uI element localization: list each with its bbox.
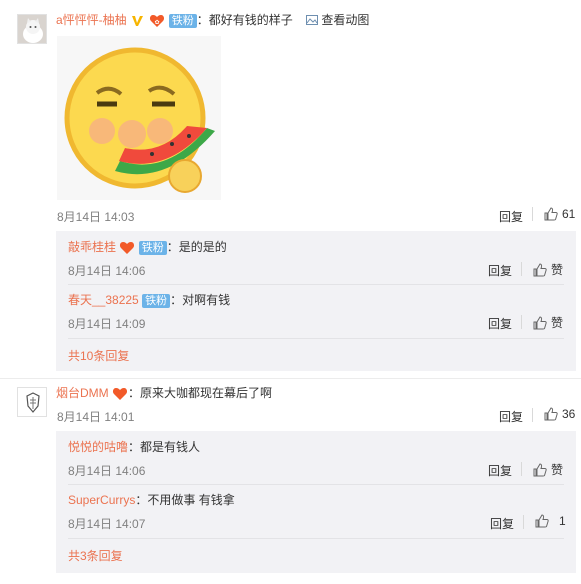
reply-time: 8月14日 14:06 xyxy=(68,464,146,478)
like-button[interactable]: 61 xyxy=(544,207,575,221)
thumb-up-icon xyxy=(544,407,558,421)
comment-username[interactable]: 烟台DMM xyxy=(56,386,109,400)
reply-time: 8月14日 14:07 xyxy=(68,517,146,531)
separator xyxy=(68,284,564,285)
fan-badge: 铁粉 xyxy=(138,240,167,255)
fan-badge: 铁粉 xyxy=(142,293,171,308)
reply-text: 对啊有钱 xyxy=(182,293,231,307)
reply-header: 敲乖桂桂 铁粉 ：是的是的 xyxy=(68,240,227,255)
reply-button[interactable]: 回复 xyxy=(499,408,523,425)
like-button[interactable]: 赞 xyxy=(533,261,563,278)
reply-text: 是的是的 xyxy=(178,240,227,254)
separator xyxy=(68,538,564,539)
reply-username[interactable]: 敲乖桂桂 xyxy=(68,240,116,254)
like-button[interactable]: 1 xyxy=(535,514,566,528)
view-gif-link[interactable]: 查看动图 xyxy=(306,13,369,27)
reply-header: 悦悦的咕噜：都是有钱人 xyxy=(68,440,201,454)
divider xyxy=(521,315,522,329)
thumb-up-icon xyxy=(544,207,558,221)
reply-button[interactable]: 回复 xyxy=(488,262,512,279)
divider xyxy=(521,262,522,276)
reply-time: 8月14日 14:09 xyxy=(68,317,146,331)
reply-time: 8月14日 14:06 xyxy=(68,264,146,278)
image-icon xyxy=(306,12,319,30)
vip-verified-icon xyxy=(130,14,146,28)
comment-text: 原来大咖都现在幕后了啊 xyxy=(140,386,273,400)
like-count: 36 xyxy=(562,407,576,421)
comment-text: 都好有钱的样子 xyxy=(208,13,293,27)
reply-username[interactable]: 春天__38225 xyxy=(68,293,139,307)
thumb-up-icon xyxy=(533,315,547,330)
fan-heart-icon xyxy=(119,241,135,255)
separator xyxy=(68,338,564,339)
comment-username[interactable]: a怦怦怦-柚柚 xyxy=(56,13,127,27)
like-button[interactable]: 36 xyxy=(544,407,575,421)
reply-username[interactable]: SuperCurrys xyxy=(68,493,135,507)
sticker-watermelon-icon xyxy=(64,47,215,193)
separator xyxy=(68,484,564,485)
thumb-up-icon xyxy=(533,462,547,477)
divider xyxy=(523,515,524,529)
emoji-sticker-watermelon[interactable] xyxy=(57,36,221,200)
fan-heart-icon xyxy=(112,387,128,401)
reply-header: 春天__38225 铁粉 ：对啊有钱 xyxy=(68,293,231,308)
avatar[interactable] xyxy=(17,387,47,417)
like-count: 61 xyxy=(562,207,576,221)
comment-time: 8月14日 14:03 xyxy=(57,210,135,224)
avatar[interactable] xyxy=(17,14,47,44)
divider xyxy=(532,207,533,221)
thumb-up-icon xyxy=(535,514,549,528)
reply-header: SuperCurrys：不用做事 有钱拿 xyxy=(68,493,235,507)
reply-button[interactable]: 回复 xyxy=(488,315,512,332)
reply-button[interactable]: 回复 xyxy=(490,515,514,532)
like-button[interactable]: 赞 xyxy=(533,314,563,331)
fan-badge: 铁粉 xyxy=(168,13,197,28)
reply-text: 都是有钱人 xyxy=(140,440,201,454)
reply-button[interactable]: 回复 xyxy=(499,208,523,225)
divider xyxy=(521,462,522,476)
avatar-dmm-logo-icon xyxy=(18,388,46,416)
thumb-up-icon xyxy=(533,262,547,277)
svg-text:✿: ✿ xyxy=(155,19,160,26)
comment-divider xyxy=(0,378,581,379)
divider xyxy=(532,408,533,422)
reply-button[interactable]: 回复 xyxy=(488,462,512,479)
reply-username[interactable]: 悦悦的咕噜 xyxy=(68,440,128,454)
like-button[interactable]: 赞 xyxy=(533,461,563,478)
reply-text: 不用做事 有钱拿 xyxy=(147,493,235,507)
comment-header-2: 烟台DMM ：原来大咖都现在幕后了啊 xyxy=(56,386,273,401)
avatar-cat-icon xyxy=(18,15,46,43)
comment-header-1: a怦怦怦-柚柚 ✿ 铁粉 ：都好有钱的样子 查看动图 xyxy=(56,11,369,30)
more-replies-link[interactable]: 共10条回复 xyxy=(68,347,129,364)
more-replies-link[interactable]: 共3条回复 xyxy=(68,547,123,564)
fan-heart-icon: ✿ xyxy=(149,14,165,28)
comment-time: 8月14日 14:01 xyxy=(57,410,135,424)
